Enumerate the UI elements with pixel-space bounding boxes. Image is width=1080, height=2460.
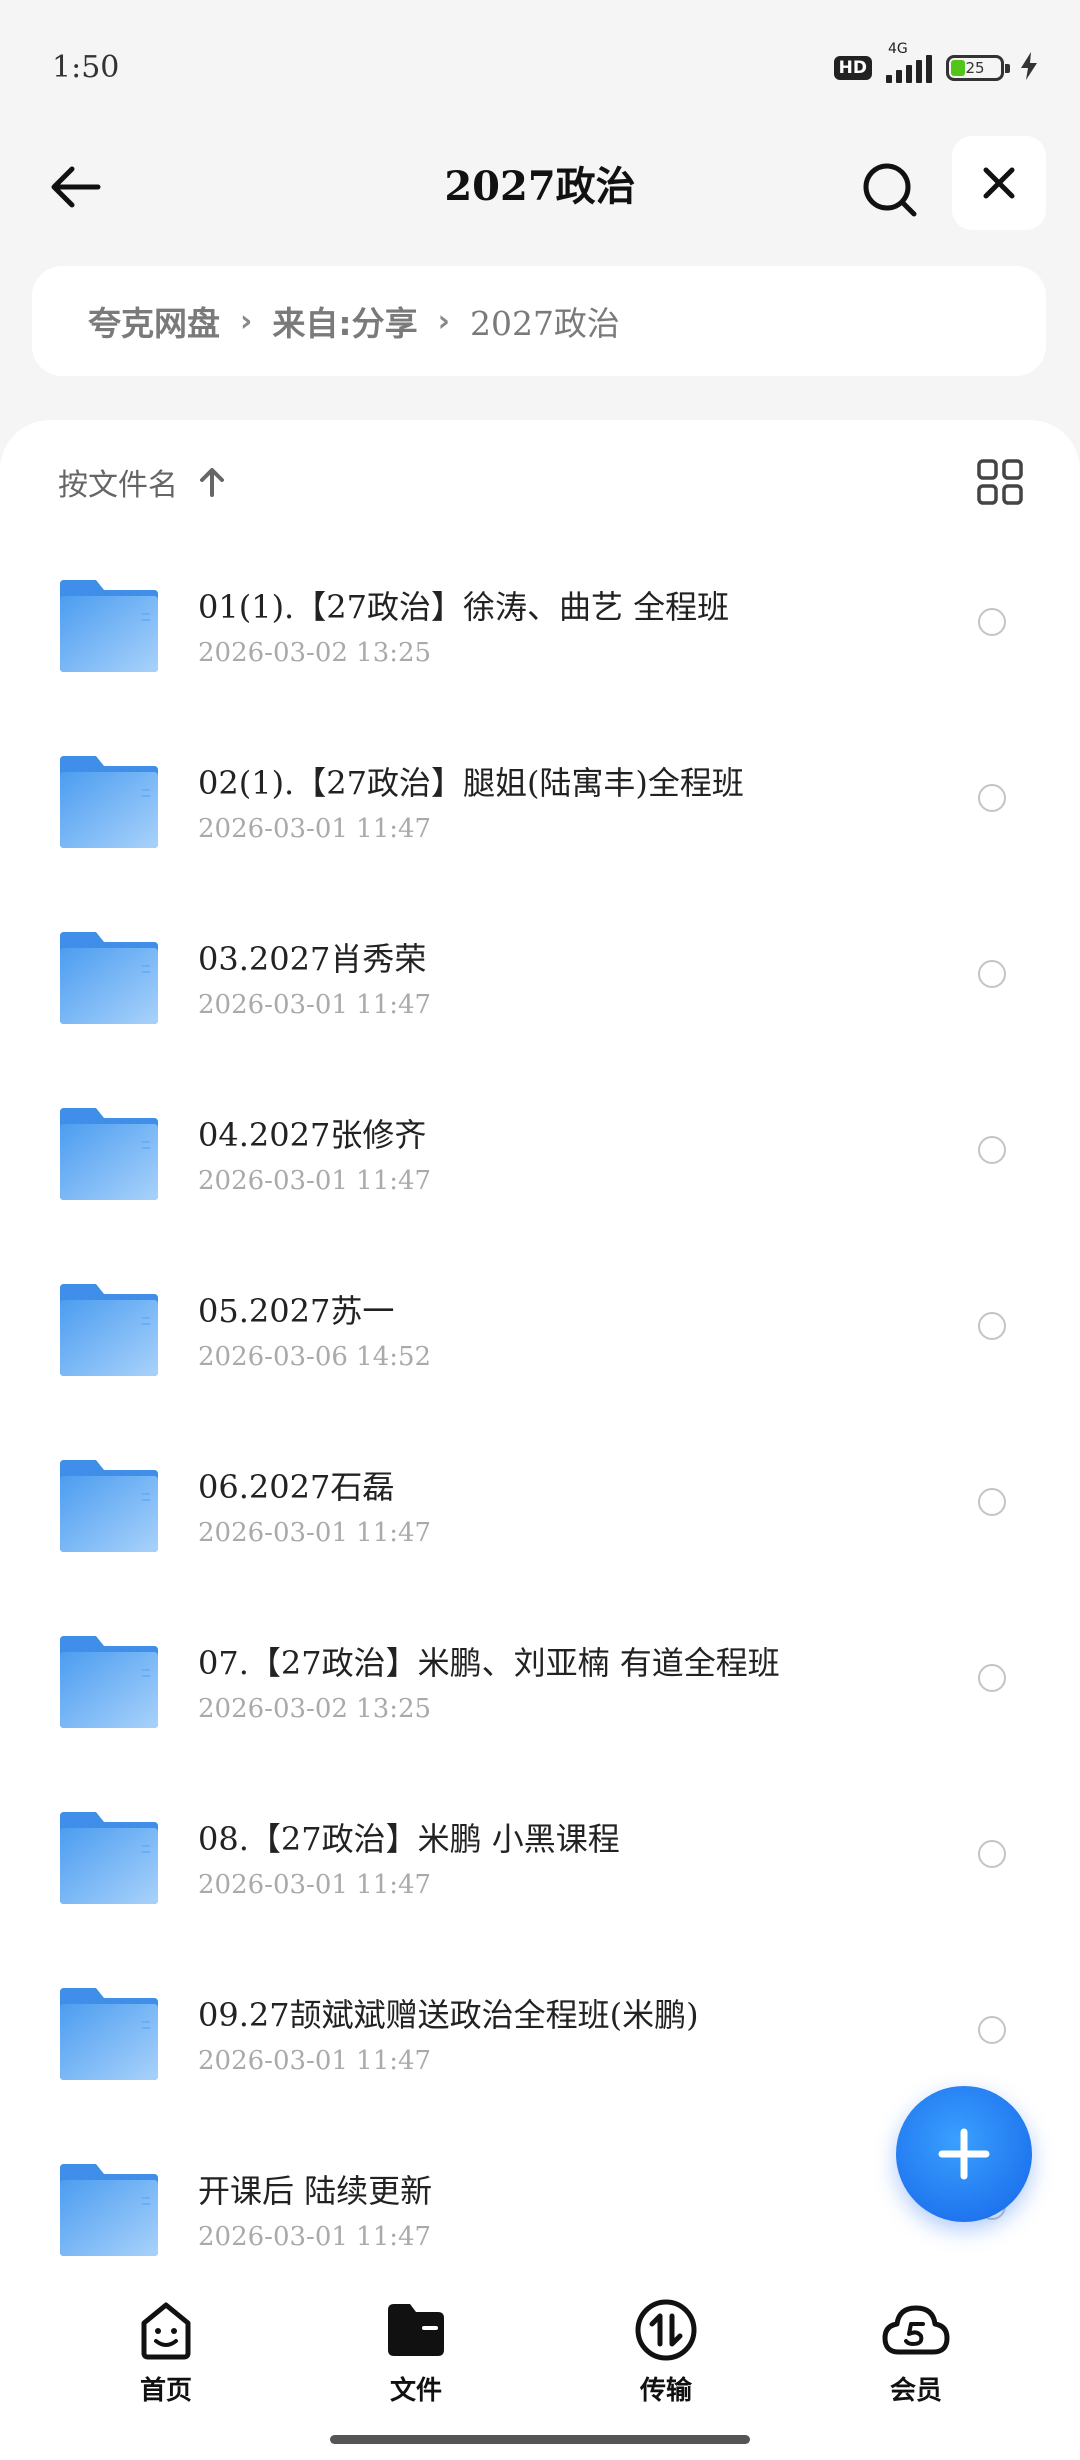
file-row[interactable]: 09.27颉斌斌赠送政治全程班(米鹏) 2026-03-01 11:47 — [0, 1950, 1080, 2126]
file-name: 08.【27政治】米鹏 小黑课程 — [198, 1820, 620, 1858]
status-bar: 1:50 HD 4G 25 — [0, 0, 1080, 140]
folder-icon — [60, 756, 158, 848]
folder-icon — [60, 1988, 158, 2080]
file-row[interactable]: 01(1).【27政治】徐涛、曲艺 全程班 2026-03-02 13:25 — [0, 542, 1080, 718]
file-row[interactable]: 05.2027苏一 2026-03-06 14:52 — [0, 1246, 1080, 1422]
hd-icon: HD — [833, 56, 872, 80]
file-date: 2026-03-01 11:47 — [198, 990, 432, 1020]
file-name: 04.2027张修齐 — [198, 1116, 427, 1154]
charging-icon — [1018, 51, 1040, 85]
file-row[interactable]: 02(1).【27政治】腿姐(陆寓丰)全程班 2026-03-01 11:47 — [0, 718, 1080, 894]
file-name: 06.2027石磊 — [198, 1468, 395, 1506]
file-date: 2026-03-02 13:25 — [198, 1694, 432, 1724]
gesture-home-bar[interactable] — [330, 2435, 750, 2444]
select-radio[interactable] — [978, 1312, 1006, 1340]
nav-item-transfer[interactable]: 传输 — [586, 2294, 746, 2407]
select-radio[interactable] — [978, 2016, 1006, 2044]
status-icons: HD 4G 25 — [833, 41, 1040, 86]
folder-icon — [60, 580, 158, 672]
file-date: 2026-03-01 11:47 — [198, 2046, 432, 2076]
nav-label-home: 首页 — [139, 2376, 192, 2406]
transfer-icon — [635, 2299, 697, 2361]
breadcrumb-item-current: 2027政治 — [469, 304, 620, 343]
sort-label: 按文件名 — [58, 468, 178, 503]
sort-control[interactable]: 按文件名 — [58, 460, 226, 504]
vip-cloud-icon — [882, 2305, 950, 2355]
nav-label-transfer: 传输 — [639, 2376, 692, 2406]
file-name: 03.2027肖秀荣 — [198, 940, 427, 978]
breadcrumb-item-share[interactable]: 来自:分享 — [272, 297, 417, 345]
nav-item-home[interactable]: 首页 — [86, 2294, 246, 2407]
select-radio[interactable] — [978, 1488, 1006, 1516]
signal-icon: 4G — [886, 41, 932, 83]
file-list: 01(1).【27政治】徐涛、曲艺 全程班 2026-03-02 13:25 0… — [0, 542, 1080, 2280]
folder-icon — [60, 2164, 158, 2256]
close-button[interactable] — [952, 136, 1046, 230]
file-row[interactable]: 08.【27政治】米鹏 小黑课程 2026-03-01 11:47 — [0, 1774, 1080, 1950]
select-radio[interactable] — [978, 784, 1006, 812]
folder-icon — [60, 1812, 158, 1904]
battery-icon: 25 — [946, 55, 1010, 81]
folder-icon — [60, 1460, 158, 1552]
file-name: 09.27颉斌斌赠送政治全程班(米鹏) — [198, 1996, 699, 2034]
breadcrumb: 夸克网盘 › 来自:分享 › 2027政治 — [32, 266, 1046, 376]
file-date: 2026-03-06 14:52 — [198, 1342, 432, 1372]
add-button[interactable] — [896, 2086, 1032, 2222]
close-icon — [983, 167, 1015, 199]
file-name: 07.【27政治】米鹏、刘亚楠 有道全程班 — [198, 1644, 780, 1682]
file-name: 05.2027苏一 — [198, 1292, 395, 1330]
folder-icon — [60, 1284, 158, 1376]
file-date: 2026-03-01 11:47 — [198, 814, 432, 844]
file-row[interactable]: 06.2027石磊 2026-03-01 11:47 — [0, 1422, 1080, 1598]
select-radio[interactable] — [978, 1840, 1006, 1868]
select-radio[interactable] — [978, 1664, 1006, 1692]
file-row[interactable]: 07.【27政治】米鹏、刘亚楠 有道全程班 2026-03-02 13:25 — [0, 1598, 1080, 1774]
grid-view-icon — [977, 459, 1023, 505]
file-date: 2026-03-01 11:47 — [198, 1518, 432, 1548]
file-name: 开课后 陆续更新 — [198, 2172, 433, 2210]
file-date: 2026-03-01 11:47 — [198, 2222, 432, 2252]
plus-icon — [938, 2128, 990, 2180]
folder-icon — [60, 1108, 158, 1200]
select-radio[interactable] — [978, 608, 1006, 636]
file-date: 2026-03-01 11:47 — [198, 1166, 432, 1196]
status-time: 1:50 — [52, 50, 120, 85]
file-name: 02(1).【27政治】腿姐(陆寓丰)全程班 — [198, 764, 744, 802]
home-face-icon — [141, 2302, 191, 2360]
folder-icon — [60, 932, 158, 1024]
nav-label-files: 文件 — [389, 2376, 442, 2406]
chevron-right-icon: › — [240, 303, 253, 339]
file-row[interactable]: 04.2027张修齐 2026-03-01 11:47 — [0, 1070, 1080, 1246]
top-bar: 2027政治 — [0, 130, 1080, 240]
file-name: 01(1).【27政治】徐涛、曲艺 全程班 — [198, 588, 730, 626]
nav-item-vip[interactable]: 会员 — [836, 2294, 996, 2407]
arrow-up-icon — [200, 468, 224, 497]
nav-label-vip: 会员 — [889, 2376, 942, 2406]
bottom-nav: 首页 文件 传输 会员 — [0, 2280, 1080, 2460]
nav-item-files[interactable]: 文件 — [336, 2294, 496, 2407]
file-date: 2026-03-02 13:25 — [198, 638, 432, 668]
search-icon — [863, 163, 917, 217]
battery-level: 25 — [965, 59, 985, 77]
file-row[interactable]: 03.2027肖秀荣 2026-03-01 11:47 — [0, 894, 1080, 1070]
folder-icon — [60, 1636, 158, 1728]
select-radio[interactable] — [978, 1136, 1006, 1164]
select-radio[interactable] — [978, 960, 1006, 988]
grid-view-button[interactable] — [976, 458, 1024, 506]
files-icon — [388, 2304, 444, 2356]
breadcrumb-item-root[interactable]: 夸克网盘 — [88, 297, 220, 345]
file-list-panel: 按文件名 01(1).【27政治】徐涛、曲艺 全程班 2026-03-02 13… — [0, 420, 1080, 2280]
chevron-right-icon: › — [437, 303, 450, 339]
network-type: 4G — [888, 41, 908, 57]
file-date: 2026-03-01 11:47 — [198, 1870, 432, 1900]
search-button[interactable] — [850, 150, 930, 230]
